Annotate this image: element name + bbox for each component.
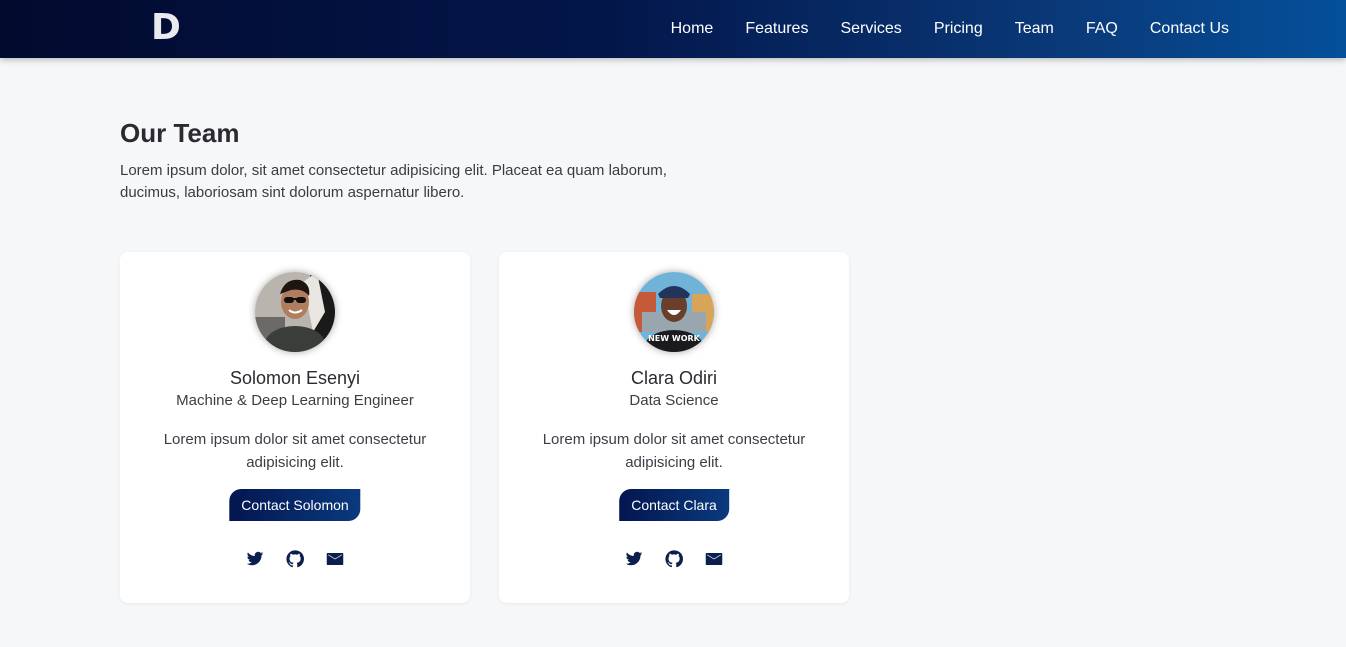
mail-icon[interactable] — [705, 550, 723, 568]
mail-icon[interactable] — [326, 550, 344, 568]
team-card-solomon: Solomon Esenyi Machine & Deep Learning E… — [120, 252, 470, 603]
nav-faq[interactable]: FAQ — [1070, 20, 1134, 38]
member-name: Clara Odiri — [630, 368, 718, 388]
member-bio: Lorem ipsum dolor sit amet consectetur a… — [163, 431, 427, 471]
twitter-icon[interactable] — [625, 550, 643, 568]
member-role: Machine & Deep Learning Engineer — [176, 392, 414, 409]
team-card-clara: NEW WORK Clara Odiri Data Science Lorem … — [499, 252, 849, 603]
twitter-icon[interactable] — [246, 550, 264, 568]
social-links — [120, 550, 470, 568]
social-links — [499, 550, 849, 568]
contact-clara-button[interactable]: Contact Clara — [619, 489, 729, 521]
github-icon[interactable] — [286, 550, 304, 568]
section-title: Our Team — [120, 118, 240, 148]
nav-team[interactable]: Team — [999, 20, 1070, 38]
nav-services[interactable]: Services — [824, 20, 917, 38]
nav-features[interactable]: Features — [729, 20, 824, 38]
nav-home[interactable]: Home — [655, 20, 730, 38]
avatar — [255, 272, 335, 352]
member-name: Solomon Esenyi — [229, 368, 361, 388]
github-icon[interactable] — [665, 550, 683, 568]
member-bio: Lorem ipsum dolor sit amet consectetur a… — [542, 431, 806, 471]
avatar: NEW WORK — [634, 272, 714, 352]
main-nav: Home Features Services Pricing Team FAQ … — [655, 0, 1229, 58]
section-description: Lorem ipsum dolor, sit amet consectetur … — [120, 162, 667, 201]
avatar-shirt-text: NEW WORK — [648, 334, 701, 343]
nav-pricing[interactable]: Pricing — [918, 20, 999, 38]
member-role: Data Science — [629, 392, 719, 409]
nav-contact-us[interactable]: Contact Us — [1134, 20, 1229, 38]
top-navbar: D Home Features Services Pricing Team FA… — [0, 0, 1346, 58]
logo[interactable]: D — [151, 8, 181, 48]
contact-solomon-button[interactable]: Contact Solomon — [229, 489, 361, 521]
